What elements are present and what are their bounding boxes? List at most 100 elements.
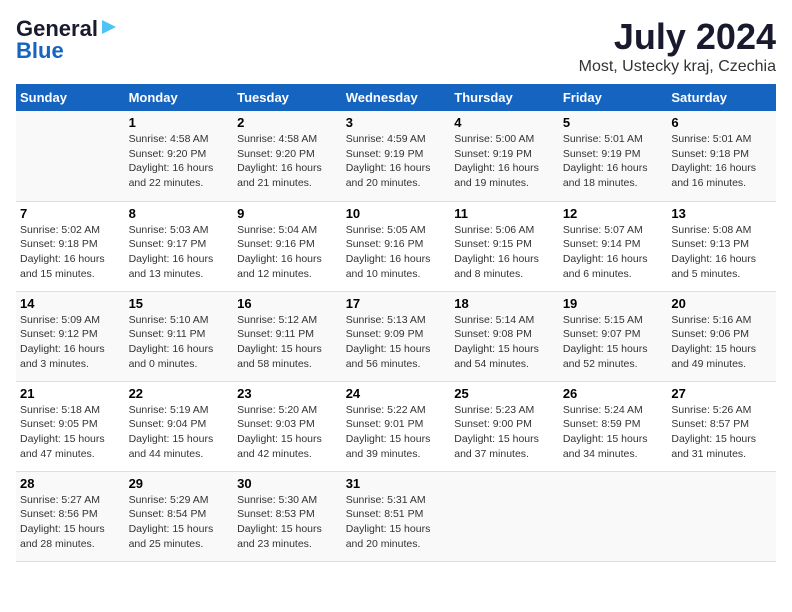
day-info-line: Daylight: 16 hours xyxy=(454,252,555,267)
day-number: 4 xyxy=(454,115,555,130)
day-info-line: Sunset: 9:14 PM xyxy=(563,237,664,252)
day-info-line: and 10 minutes. xyxy=(346,267,447,282)
day-info-line: Sunset: 9:18 PM xyxy=(20,237,121,252)
day-info-line: and 0 minutes. xyxy=(129,357,230,372)
calendar-cell: 31Sunrise: 5:31 AMSunset: 8:51 PMDayligh… xyxy=(342,471,451,561)
calendar-cell: 16Sunrise: 5:12 AMSunset: 9:11 PMDayligh… xyxy=(233,291,342,381)
header-day-friday: Friday xyxy=(559,84,668,111)
calendar-cell: 12Sunrise: 5:07 AMSunset: 9:14 PMDayligh… xyxy=(559,201,668,291)
day-info-line: and 49 minutes. xyxy=(671,357,772,372)
day-info-line: Sunrise: 4:58 AM xyxy=(129,132,230,147)
day-info-line: Sunrise: 5:00 AM xyxy=(454,132,555,147)
day-info-line: Daylight: 16 hours xyxy=(346,161,447,176)
day-number: 30 xyxy=(237,476,338,491)
day-info-line: Daylight: 15 hours xyxy=(346,432,447,447)
day-info-line: and 25 minutes. xyxy=(129,537,230,552)
day-info-line: Daylight: 15 hours xyxy=(129,522,230,537)
day-info-line: Daylight: 15 hours xyxy=(237,432,338,447)
day-info-line: Sunrise: 4:58 AM xyxy=(237,132,338,147)
day-info-line: Sunset: 8:59 PM xyxy=(563,417,664,432)
calendar-cell: 14Sunrise: 5:09 AMSunset: 9:12 PMDayligh… xyxy=(16,291,125,381)
day-number: 5 xyxy=(563,115,664,130)
day-number: 10 xyxy=(346,206,447,221)
calendar-cell: 15Sunrise: 5:10 AMSunset: 9:11 PMDayligh… xyxy=(125,291,234,381)
day-number: 26 xyxy=(563,386,664,401)
day-info-line: Daylight: 15 hours xyxy=(671,342,772,357)
day-info-line: and 58 minutes. xyxy=(237,357,338,372)
logo: General Blue xyxy=(16,16,118,64)
day-info-line: Daylight: 16 hours xyxy=(129,342,230,357)
day-info-line: and 8 minutes. xyxy=(454,267,555,282)
calendar-cell: 29Sunrise: 5:29 AMSunset: 8:54 PMDayligh… xyxy=(125,471,234,561)
day-info-line: and 15 minutes. xyxy=(20,267,121,282)
day-info-line: Sunrise: 5:18 AM xyxy=(20,403,121,418)
calendar-cell: 19Sunrise: 5:15 AMSunset: 9:07 PMDayligh… xyxy=(559,291,668,381)
day-info: Sunrise: 5:06 AMSunset: 9:15 PMDaylight:… xyxy=(454,223,555,282)
day-info-line: Sunset: 9:19 PM xyxy=(454,147,555,162)
day-info-line: and 5 minutes. xyxy=(671,267,772,282)
calendar-cell: 24Sunrise: 5:22 AMSunset: 9:01 PMDayligh… xyxy=(342,381,451,471)
month-title: July 2024 xyxy=(579,16,776,58)
day-number: 15 xyxy=(129,296,230,311)
day-info-line: Sunrise: 5:31 AM xyxy=(346,493,447,508)
day-info-line: Daylight: 16 hours xyxy=(237,252,338,267)
day-number: 1 xyxy=(129,115,230,130)
header-day-saturday: Saturday xyxy=(667,84,776,111)
day-info-line: Sunrise: 5:15 AM xyxy=(563,313,664,328)
day-info-line: Daylight: 16 hours xyxy=(563,161,664,176)
day-info-line: and 34 minutes. xyxy=(563,447,664,462)
day-info: Sunrise: 5:07 AMSunset: 9:14 PMDaylight:… xyxy=(563,223,664,282)
calendar-cell: 6Sunrise: 5:01 AMSunset: 9:18 PMDaylight… xyxy=(667,111,776,201)
day-info-line: Sunrise: 5:23 AM xyxy=(454,403,555,418)
calendar-cell xyxy=(16,111,125,201)
calendar-cell: 1Sunrise: 4:58 AMSunset: 9:20 PMDaylight… xyxy=(125,111,234,201)
day-info-line: and 37 minutes. xyxy=(454,447,555,462)
day-info-line: Sunset: 9:01 PM xyxy=(346,417,447,432)
day-info-line: Daylight: 16 hours xyxy=(563,252,664,267)
day-info-line: Sunset: 9:08 PM xyxy=(454,327,555,342)
day-info-line: Sunset: 8:54 PM xyxy=(129,507,230,522)
calendar-cell: 4Sunrise: 5:00 AMSunset: 9:19 PMDaylight… xyxy=(450,111,559,201)
calendar-body: 1 Sunrise: 4:58 AMSunset: 9:20 PMDaylight… xyxy=(16,111,776,561)
calendar-cell: 25Sunrise: 5:23 AMSunset: 9:00 PMDayligh… xyxy=(450,381,559,471)
calendar-cell: 9Sunrise: 5:04 AMSunset: 9:16 PMDaylight… xyxy=(233,201,342,291)
day-number: 28 xyxy=(20,476,121,491)
day-info-line: and 28 minutes. xyxy=(20,537,121,552)
header-day-tuesday: Tuesday xyxy=(233,84,342,111)
day-info-line: Daylight: 15 hours xyxy=(20,522,121,537)
day-info-line: Daylight: 15 hours xyxy=(346,522,447,537)
day-info-line: Daylight: 15 hours xyxy=(237,342,338,357)
day-number: 9 xyxy=(237,206,338,221)
day-info: Sunrise: 5:20 AMSunset: 9:03 PMDaylight:… xyxy=(237,403,338,462)
location: Most, Ustecky kraj, Czechia xyxy=(579,58,776,76)
day-info-line: Sunset: 8:53 PM xyxy=(237,507,338,522)
day-info: Sunrise: 5:27 AMSunset: 8:56 PMDaylight:… xyxy=(20,493,121,552)
day-info-line: Sunset: 9:05 PM xyxy=(20,417,121,432)
day-info-line: Sunrise: 5:08 AM xyxy=(671,223,772,238)
day-info: Sunrise: 5:09 AMSunset: 9:12 PMDaylight:… xyxy=(20,313,121,372)
day-number: 18 xyxy=(454,296,555,311)
day-info-line: Sunrise: 5:02 AM xyxy=(20,223,121,238)
day-info-line: Sunset: 9:16 PM xyxy=(346,237,447,252)
day-info: Sunrise: 5:30 AMSunset: 8:53 PMDaylight:… xyxy=(237,493,338,552)
day-info-line: Daylight: 16 hours xyxy=(346,252,447,267)
day-info-line: and 12 minutes. xyxy=(237,267,338,282)
day-info: Sunrise: 4:58 AMSunset: 9:20 PMDaylight:… xyxy=(237,132,338,191)
day-info-line: and 42 minutes. xyxy=(237,447,338,462)
day-info-line: Daylight: 15 hours xyxy=(20,432,121,447)
day-info-line: Sunrise: 4:59 AM xyxy=(346,132,447,147)
day-info-line: Daylight: 15 hours xyxy=(563,432,664,447)
header-day-sunday: Sunday xyxy=(16,84,125,111)
day-info-line: Sunset: 9:04 PM xyxy=(129,417,230,432)
day-info-line: and 39 minutes. xyxy=(346,447,447,462)
day-info-line: Daylight: 15 hours xyxy=(563,342,664,357)
day-info-line: and 52 minutes. xyxy=(563,357,664,372)
day-info: Sunrise: 5:16 AMSunset: 9:06 PMDaylight:… xyxy=(671,313,772,372)
day-info-line: and 20 minutes. xyxy=(346,176,447,191)
calendar-cell: 3Sunrise: 4:59 AMSunset: 9:19 PMDaylight… xyxy=(342,111,451,201)
calendar-cell: 13Sunrise: 5:08 AMSunset: 9:13 PMDayligh… xyxy=(667,201,776,291)
day-info-line: and 3 minutes. xyxy=(20,357,121,372)
calendar-cell: 28 Sunrise: 5:27 AMSunset: 8:56 PMDayligh… xyxy=(16,471,125,561)
day-info-line: Sunrise: 5:26 AM xyxy=(671,403,772,418)
day-info-line: and 22 minutes. xyxy=(129,176,230,191)
